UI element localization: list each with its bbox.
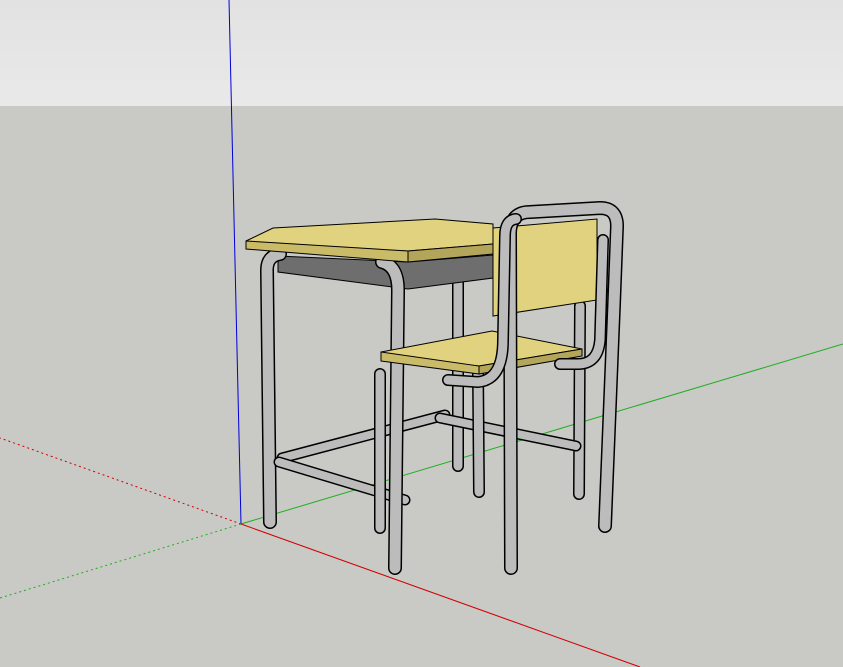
ground-plane [0, 106, 843, 667]
scene-canvas[interactable] [0, 0, 843, 667]
chair-leg-back-right [573, 300, 586, 500]
chair-leg-front-left [472, 366, 485, 498]
sky-background [0, 0, 843, 106]
3d-viewport[interactable] [0, 0, 843, 667]
